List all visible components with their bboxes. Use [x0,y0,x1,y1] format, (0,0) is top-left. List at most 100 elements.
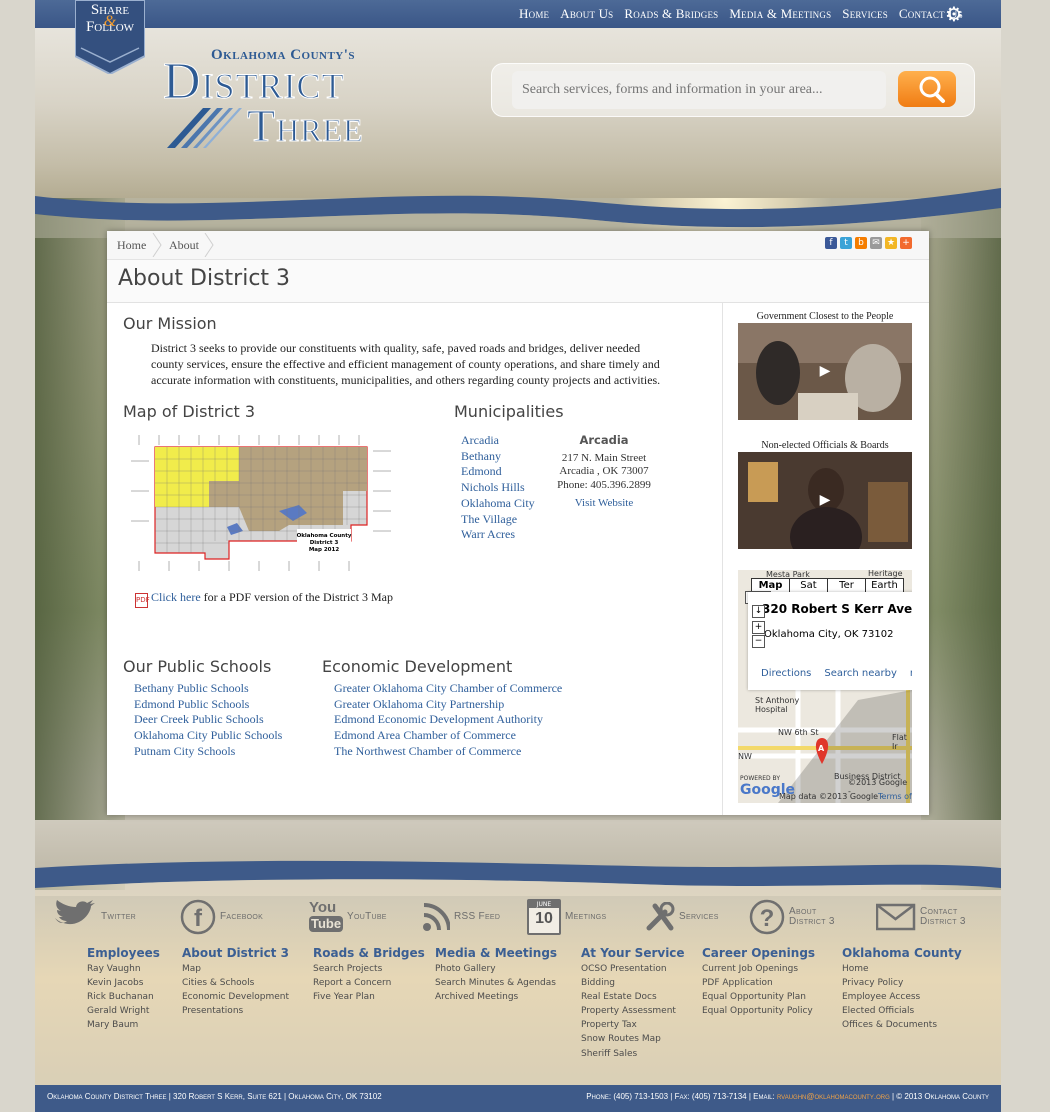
footer-heading[interactable]: Employees [87,946,160,960]
footer-link[interactable]: Five Year Plan [313,990,425,1004]
footer-link[interactable]: Bidding [581,976,685,990]
facebook-share-icon[interactable]: f [825,237,837,249]
map-directions-link[interactable]: Directions [761,668,811,679]
footer-link[interactable]: Report a Concern [313,976,425,990]
map-zoom-out-icon[interactable]: − [752,635,765,648]
contact-district-link[interactable]: Contact District 3 [876,899,966,935]
footer-link[interactable]: Rick Buchanan [87,990,160,1004]
econ-link[interactable]: Greater Oklahoma City Chamber of Commerc… [334,681,562,697]
meetings-link[interactable]: JUNE 10 Meetings [527,899,606,935]
footer-link[interactable]: Sheriff Sales [581,1047,685,1061]
footer-link[interactable]: Ray Vaughn [87,962,160,976]
favorite-share-icon[interactable]: ★ [885,237,897,249]
nav-services[interactable]: Services [842,6,888,22]
school-link[interactable]: Bethany Public Schools [134,681,282,697]
footer-link[interactable]: Map [182,962,289,976]
search-input[interactable] [512,71,886,109]
footer-link[interactable]: Privacy Policy [842,976,962,990]
municipality-the-village[interactable]: The Village [461,512,535,528]
map-tab-terrain[interactable]: Ter [827,578,866,593]
footer-link[interactable]: Archived Meetings [435,990,557,1004]
municipality-edmond[interactable]: Edmond [461,464,535,480]
breadcrumb-home[interactable]: Home [117,238,146,253]
footer-link[interactable]: Presentations [182,1004,289,1018]
econ-link[interactable]: Edmond Area Chamber of Commerce [334,728,562,744]
youtube-link[interactable]: You Tube YouTube [309,899,387,935]
breadcrumb-about[interactable]: About [169,238,199,253]
map-type-tabs: Map Sat Ter Earth [751,578,904,593]
map-terms-link[interactable]: Terms of [878,792,912,801]
settings-gear-icon[interactable]: ⚙ [945,4,965,24]
municipality-arcadia[interactable]: Arcadia [461,433,535,449]
municipality-bethany[interactable]: Bethany [461,449,535,465]
footer-heading[interactable]: Oklahoma County [842,946,962,960]
footer-link[interactable]: Search Projects [313,962,425,976]
footer-link[interactable]: Equal Opportunity Policy [702,1004,815,1018]
footer-link[interactable]: Elected Officials [842,1004,962,1018]
blogger-share-icon[interactable]: b [855,237,867,249]
rss-feed-link[interactable]: RSS Feed [422,899,500,935]
footer-heading[interactable]: At Your Service [581,946,685,960]
footer-link[interactable]: Cities & Schools [182,976,289,990]
nav-roads-bridges[interactable]: Roads & Bridges [624,6,718,22]
footer-email-link[interactable]: rvaughn@oklahomacounty.org [777,1092,890,1101]
footer-link[interactable]: OCSO Presentation [581,962,685,976]
pdf-map-link[interactable]: Click here [151,590,201,604]
nav-home[interactable]: Home [519,6,549,22]
municipality-website-link[interactable]: Visit Website [554,497,654,511]
school-link[interactable]: Edmond Public Schools [134,697,282,713]
video-player-2[interactable]: ▶ [738,452,912,549]
google-map[interactable]: Mesta Park Heritage Hills East Map Sat T… [738,570,912,803]
footer-link[interactable]: Kevin Jacobs [87,976,160,990]
municipality-warr-acres[interactable]: Warr Acres [461,527,535,543]
footer-link[interactable]: Real Estate Docs [581,990,685,1004]
school-link[interactable]: Putnam City Schools [134,744,282,760]
twitter-link[interactable]: Twitter [49,899,136,935]
search-button[interactable] [898,71,956,107]
twitter-share-icon[interactable]: t [840,237,852,249]
map-search-nearby-link[interactable]: Search nearby [824,668,897,679]
footer-heading[interactable]: Media & Meetings [435,946,557,960]
email-share-icon[interactable]: ✉ [870,237,882,249]
footer-link[interactable]: Mary Baum [87,1018,160,1032]
map-zoom-in-icon[interactable]: + [752,621,765,634]
footer-link[interactable]: PDF Application [702,976,815,990]
municipality-nichols-hills[interactable]: Nichols Hills [461,480,535,496]
map-more-link[interactable]: mor [910,668,912,679]
district-three-logo[interactable]: Oklahoma County's District Three [163,46,395,156]
video-player-1[interactable]: ▶ [738,323,912,420]
footer-link[interactable]: Snow Routes Map [581,1032,685,1046]
footer-link[interactable]: Property Tax [581,1018,685,1032]
econ-link[interactable]: The Northwest Chamber of Commerce [334,744,562,760]
footer-heading[interactable]: About District 3 [182,946,289,960]
footer-link[interactable]: Employee Access [842,990,962,1004]
nav-about-us[interactable]: About Us [560,6,613,22]
footer-link[interactable]: Gerald Wright [87,1004,160,1018]
footer-link[interactable]: Search Minutes & Agendas [435,976,557,990]
school-link[interactable]: Oklahoma City Public Schools [134,728,282,744]
footer-link[interactable]: Offices & Documents [842,1018,962,1032]
footer-link[interactable]: Economic Development [182,990,289,1004]
footer-heading[interactable]: Career Openings [702,946,815,960]
map-tab-satellite[interactable]: Sat [789,578,828,593]
footer-column-roads: Roads & Bridges Search Projects Report a… [313,946,425,1004]
footer-link[interactable]: Photo Gallery [435,962,557,976]
footer-link[interactable]: Home [842,962,962,976]
map-pan-down-icon[interactable]: ↓ [752,605,765,618]
econ-link[interactable]: Edmond Economic Development Authority [334,712,562,728]
municipality-oklahoma-city[interactable]: Oklahoma City [461,496,535,512]
footer-link[interactable]: Property Assessment [581,1004,685,1018]
more-share-icon[interactable]: + [900,237,912,249]
services-link[interactable]: Services [645,899,719,935]
footer-link[interactable]: Current Job Openings [702,962,815,976]
about-district-link[interactable]: ? About District 3 [749,899,835,935]
facebook-link[interactable]: f Facebook [180,899,263,935]
share-follow-badge[interactable]: Share Follow & [75,0,145,74]
map-tab-earth[interactable]: Earth [865,578,904,593]
district-map-image[interactable]: Oklahoma County District 3 Map 2012 [129,431,397,573]
econ-link[interactable]: Greater Oklahoma City Partnership [334,697,562,713]
footer-link[interactable]: Equal Opportunity Plan [702,990,815,1004]
school-link[interactable]: Deer Creek Public Schools [134,712,282,728]
nav-media-meetings[interactable]: Media & Meetings [729,6,831,22]
footer-heading[interactable]: Roads & Bridges [313,946,425,960]
